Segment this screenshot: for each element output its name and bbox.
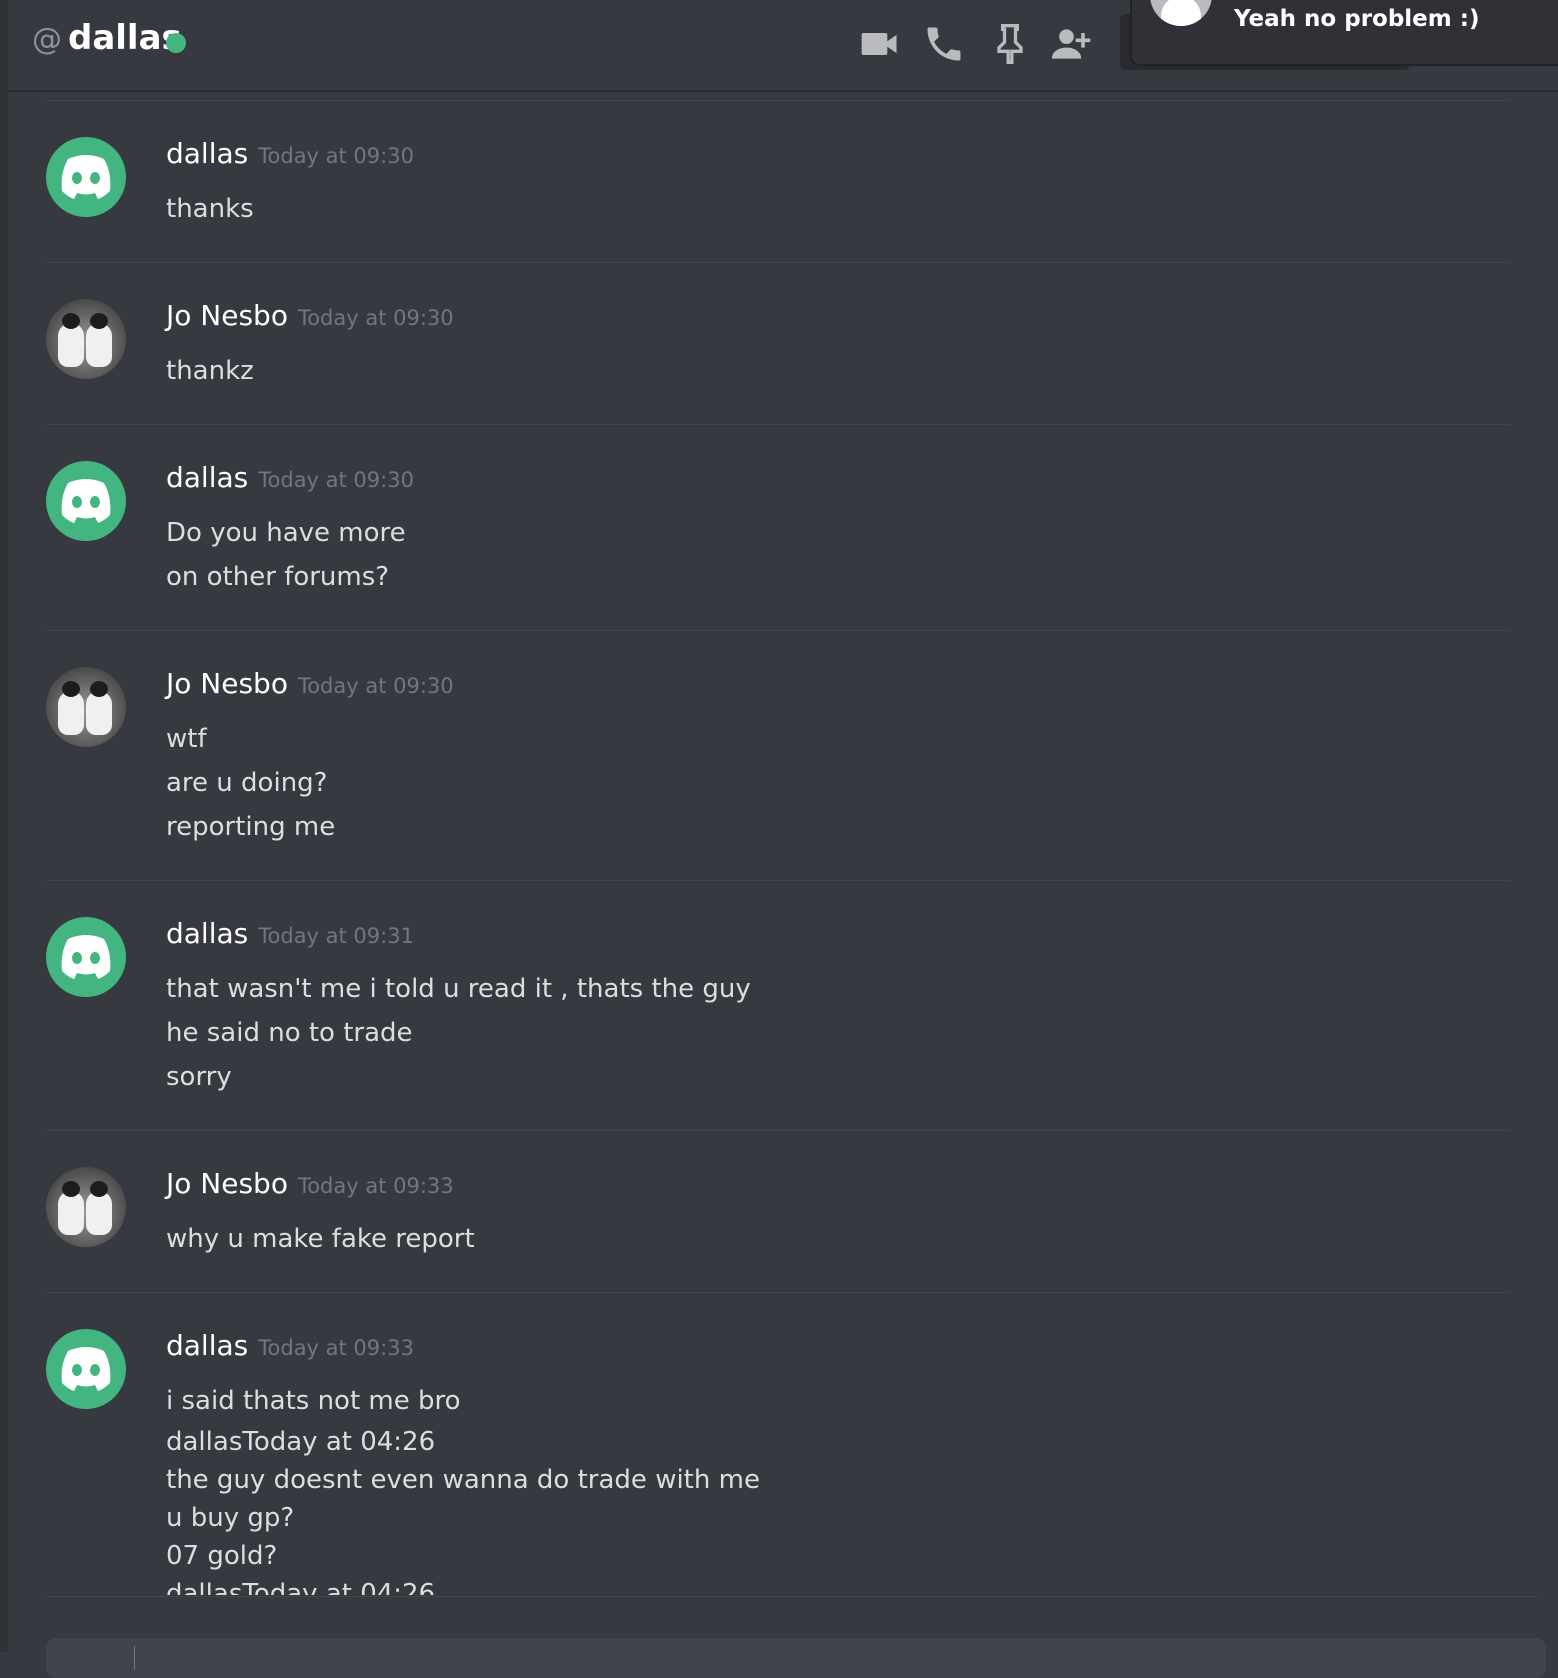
message-text: he said no to trade xyxy=(166,1018,413,1048)
voice-call-icon[interactable] xyxy=(922,22,966,66)
at-icon: @ xyxy=(32,22,62,57)
composer-divider xyxy=(46,1596,1538,1597)
message-author[interactable]: Jo Nesbo xyxy=(166,1167,288,1200)
message-author[interactable]: Jo Nesbo xyxy=(166,667,288,700)
channel-name[interactable]: dallas xyxy=(68,18,182,58)
message-text: on other forums? xyxy=(166,562,390,592)
message-timestamp: Today at 09:30 xyxy=(297,306,454,330)
message-text: why u make fake report xyxy=(166,1224,475,1254)
user-avatar[interactable] xyxy=(46,461,126,541)
input-caret xyxy=(134,1646,135,1670)
message-notification-popup[interactable]: Yeah no problem :) xyxy=(1130,0,1558,66)
message-text: dallasToday at 04:26 xyxy=(166,1579,436,1595)
add-user-icon[interactable] xyxy=(1050,22,1094,66)
notification-avatar xyxy=(1150,0,1212,26)
user-avatar[interactable] xyxy=(46,1167,126,1247)
message-text: i said thats not me bro xyxy=(166,1386,461,1416)
message-group: dallas Today at 09:33 i said thats not me… xyxy=(46,1292,1510,1595)
user-avatar[interactable] xyxy=(46,137,126,217)
message-group: Jo Nesbo Today at 09:33 why u make fake r… xyxy=(46,1130,1510,1283)
message-timestamp: Today at 09:31 xyxy=(258,924,414,948)
message-group: dallas Today at 09:31 that wasn't me i to… xyxy=(46,880,1510,1119)
message-timestamp: Today at 09:30 xyxy=(297,674,454,698)
message-text: Do you have more xyxy=(166,518,406,548)
message-text: dallasToday at 04:26 xyxy=(166,1427,436,1457)
message-text: are u doing? xyxy=(166,768,328,798)
user-avatar[interactable] xyxy=(46,667,126,747)
user-avatar[interactable] xyxy=(46,299,126,379)
message-group: dallas Today at 09:30 thanks xyxy=(46,100,1510,253)
message-author[interactable]: dallas xyxy=(166,917,248,950)
message-author[interactable]: dallas xyxy=(166,461,248,494)
message-timestamp: Today at 09:30 xyxy=(258,468,414,492)
message-text: reporting me xyxy=(166,812,336,842)
message-timestamp: Today at 09:33 xyxy=(297,1174,454,1198)
message-author[interactable]: dallas xyxy=(166,137,248,170)
notification-text: Yeah no problem :) xyxy=(1234,6,1480,32)
left-edge-panel xyxy=(0,0,8,1652)
message-text: sorry xyxy=(166,1062,232,1092)
message-timestamp: Today at 09:33 xyxy=(258,1336,414,1360)
message-text: 07 gold? xyxy=(166,1541,278,1571)
message-group: Jo Nesbo Today at 09:30 wtf are u doing? … xyxy=(46,630,1510,869)
message-input[interactable] xyxy=(46,1638,1546,1678)
message-group: dallas Today at 09:30 Do you have more on… xyxy=(46,424,1510,621)
user-avatar[interactable] xyxy=(46,917,126,997)
online-status-dot xyxy=(166,33,186,53)
message-text: thankz xyxy=(166,356,254,386)
message-text: that wasn't me i told u read it , thats … xyxy=(166,974,751,1004)
message-author[interactable]: dallas xyxy=(166,1329,248,1362)
user-avatar[interactable] xyxy=(46,1329,126,1409)
message-text: thanks xyxy=(166,194,254,224)
message-text: the guy doesnt even wanna do trade with … xyxy=(166,1465,760,1495)
message-group: Jo Nesbo Today at 09:30 thankz xyxy=(46,262,1510,415)
message-text: wtf xyxy=(166,724,207,754)
message-author[interactable]: Jo Nesbo xyxy=(166,299,288,332)
message-text: u buy gp? xyxy=(166,1503,295,1533)
pin-icon[interactable] xyxy=(988,22,1032,66)
video-call-icon[interactable] xyxy=(858,22,902,66)
message-list[interactable]: dallas Today at 09:30 thanks Jo Nesbo Toda… xyxy=(0,90,1558,1595)
message-timestamp: Today at 09:30 xyxy=(258,144,414,168)
